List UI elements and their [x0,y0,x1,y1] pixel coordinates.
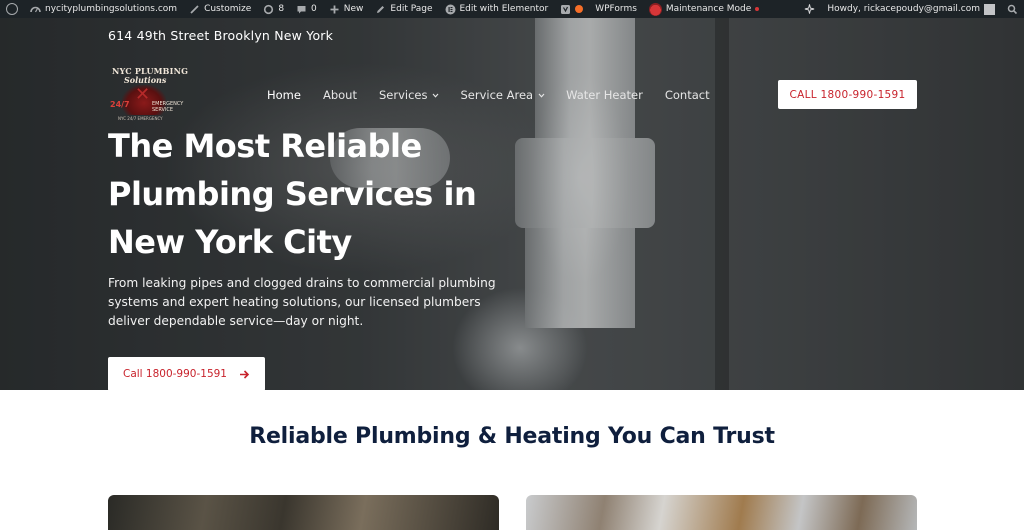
arrow-right-icon [239,369,250,380]
new-label: New [343,4,364,14]
my-account-menu[interactable]: Howdy, rickacepoudy@gmail.com [821,0,1001,18]
ai-assistant-button[interactable] [798,0,821,18]
dashboard-icon [30,4,41,15]
hero-title: The Most Reliable Plumbing Services in N… [108,127,477,261]
maintenance-label: Maintenance Mode [665,4,752,14]
wp-logo-menu[interactable] [0,0,24,18]
admin-search-button[interactable] [1001,0,1024,18]
nav-label: Contact [664,88,710,102]
update-icon [263,4,274,15]
nav-item-home[interactable]: Home [267,88,301,102]
nav-label: Service Area [460,88,534,102]
main-nav: Home About Services Service Area Water H… [267,88,732,102]
site-name: nycityplumbingsolutions.com [45,4,178,14]
wordpress-icon [6,3,18,15]
edit-elementor-link[interactable]: Edit with Elementor [439,0,555,18]
nav-item-services[interactable]: Services [379,88,439,102]
site-logo[interactable]: NYC PLUMBING Solutions ✕ 24/7 EMERGENCY … [108,62,188,122]
howdy-label: Howdy, rickacepoudy@gmail.com [827,4,980,14]
comment-icon [296,4,307,15]
avatar [984,3,995,15]
site-name-link[interactable]: nycityplumbingsolutions.com [24,0,183,18]
seo-status-dot-icon [575,5,584,13]
nav-label: Home [267,88,301,102]
service-card-image[interactable] [108,495,499,530]
logo-line-3: 24/7 [110,100,130,109]
header-address: 614 49th Street Brooklyn New York [108,28,334,43]
nav-item-service-area[interactable]: Service Area [460,88,545,102]
customize-link[interactable]: Customize [183,0,257,18]
nav-item-contact[interactable]: Contact [665,88,710,102]
chevron-down-icon [538,92,545,98]
maintenance-mode-menu[interactable]: Maintenance Mode [643,0,765,18]
sparkle-icon [804,4,815,15]
chevron-down-icon [432,92,439,98]
pencil-icon [375,4,386,15]
updates-link[interactable]: 8 [257,0,290,18]
yoast-menu[interactable] [554,0,589,18]
hero-section: 614 49th Street Brooklyn New York NYC PL… [0,18,1024,390]
nav-label: Services [378,88,428,102]
elementor-icon [445,4,456,15]
comments-count: 0 [311,4,317,14]
new-content-link[interactable]: New [323,0,370,18]
nav-label: Water Heater [566,88,643,102]
edit-elementor-label: Edit with Elementor [459,4,549,14]
plus-icon [329,4,340,15]
updates-count: 8 [278,4,285,14]
edit-page-label: Edit Page [390,4,433,14]
brush-icon [189,4,200,15]
nav-item-water-heater[interactable]: Water Heater [566,88,643,102]
wp-admin-bar: nycityplumbingsolutions.com Customize 8 … [0,0,1024,18]
customize-label: Customize [204,4,252,14]
nav-label: About [322,88,357,102]
header-call-button[interactable]: CALL 1800-990-1591 [778,80,917,109]
edit-page-link[interactable]: Edit Page [369,0,438,18]
hero-description: From leaking pipes and clogged drains to… [108,276,496,328]
comments-link[interactable]: 0 [290,0,323,18]
wrench-icon: ✕ [135,84,151,105]
logo-line-4: EMERGENCY SERVICE [152,101,184,113]
maintenance-status-dot-icon [755,7,760,11]
hero-call-button[interactable]: Call 1800-990-1591 [108,357,265,390]
wpforms-label: WPForms [595,4,637,14]
section-title: Reliable Plumbing & Heating You Can Trus… [249,424,775,449]
hero-call-label: Call 1800-990-1591 [122,368,227,380]
search-icon [1007,4,1018,15]
wpforms-menu[interactable]: WPForms [589,0,643,18]
logo-line-5: NYC 24/7 EMERGENCY [118,116,163,121]
nav-item-about[interactable]: About [323,88,357,102]
yoast-icon [560,4,571,15]
maintenance-mode-icon [648,2,662,16]
service-card-image[interactable] [526,495,917,530]
